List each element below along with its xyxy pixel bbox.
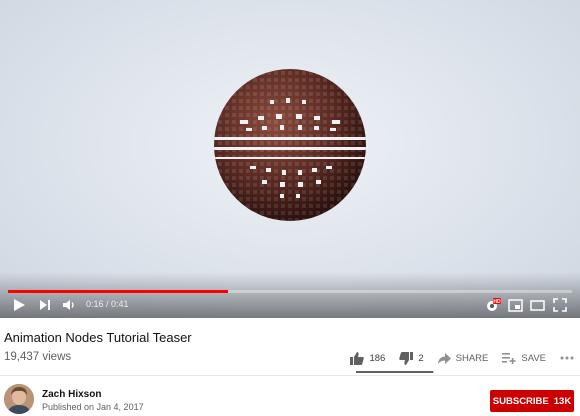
like-dislike-ratio-bar (356, 371, 434, 373)
save-label: SAVE (521, 352, 546, 364)
like-button[interactable]: 186 (350, 351, 386, 365)
fullscreen-button[interactable] (553, 296, 567, 314)
play-icon (14, 299, 25, 311)
channel-name[interactable]: Zach Hixson (42, 389, 101, 400)
more-horizontal-icon (560, 356, 574, 360)
avatar-image (4, 384, 34, 414)
miniplayer-button[interactable] (508, 296, 523, 314)
video-title: Animation Nodes Tutorial Teaser (4, 330, 192, 345)
like-ratio-fill (356, 371, 434, 373)
settings-button[interactable]: HD (485, 296, 501, 314)
thumbs-up-icon (350, 351, 365, 365)
video-frame[interactable] (0, 0, 580, 318)
video-actions: 186 2 SHARE SAVE (336, 349, 574, 367)
more-actions-button[interactable] (560, 356, 574, 360)
cube-sphere-object (214, 69, 366, 221)
share-arrow-icon (437, 352, 451, 364)
publish-date: Published on Jan 4, 2017 (42, 402, 144, 412)
volume-icon (63, 300, 74, 310)
subscribe-label: SUBSCRIBE (492, 395, 549, 407)
dislike-button[interactable]: 2 (399, 351, 424, 365)
share-button[interactable]: SHARE (437, 352, 489, 364)
channel-avatar[interactable] (4, 384, 34, 414)
next-icon (40, 300, 50, 310)
settings-hd-icon: HD (487, 298, 501, 311)
theater-mode-button[interactable] (530, 296, 545, 314)
thumbs-down-icon (399, 351, 414, 365)
share-label: SHARE (455, 352, 489, 364)
hd-badge: HD (493, 299, 501, 305)
time-display: 0:16 / 0:41 (86, 299, 129, 309)
time-total: 0:41 (111, 299, 129, 309)
save-button[interactable]: SAVE (502, 352, 546, 364)
progress-bar[interactable] (8, 290, 572, 293)
view-count: 19,437 views (4, 351, 72, 363)
video-player[interactable]: 0:16 / 0:41 HD (0, 0, 580, 318)
volume-button[interactable] (62, 296, 78, 314)
time-separator: / (103, 299, 112, 309)
play-button[interactable] (12, 296, 26, 314)
divider (0, 375, 580, 376)
playlist-add-icon (502, 352, 516, 364)
next-button[interactable] (38, 296, 52, 314)
fullscreen-icon (553, 298, 567, 312)
like-count: 186 (369, 352, 386, 364)
theater-mode-icon (530, 299, 545, 311)
subscriber-count: 13K (553, 395, 572, 407)
dislike-count: 2 (418, 352, 424, 364)
progress-played (8, 290, 228, 293)
subscribe-button[interactable]: SUBSCRIBE 13K (490, 390, 574, 412)
miniplayer-icon (508, 298, 523, 312)
time-current: 0:16 (86, 299, 104, 309)
